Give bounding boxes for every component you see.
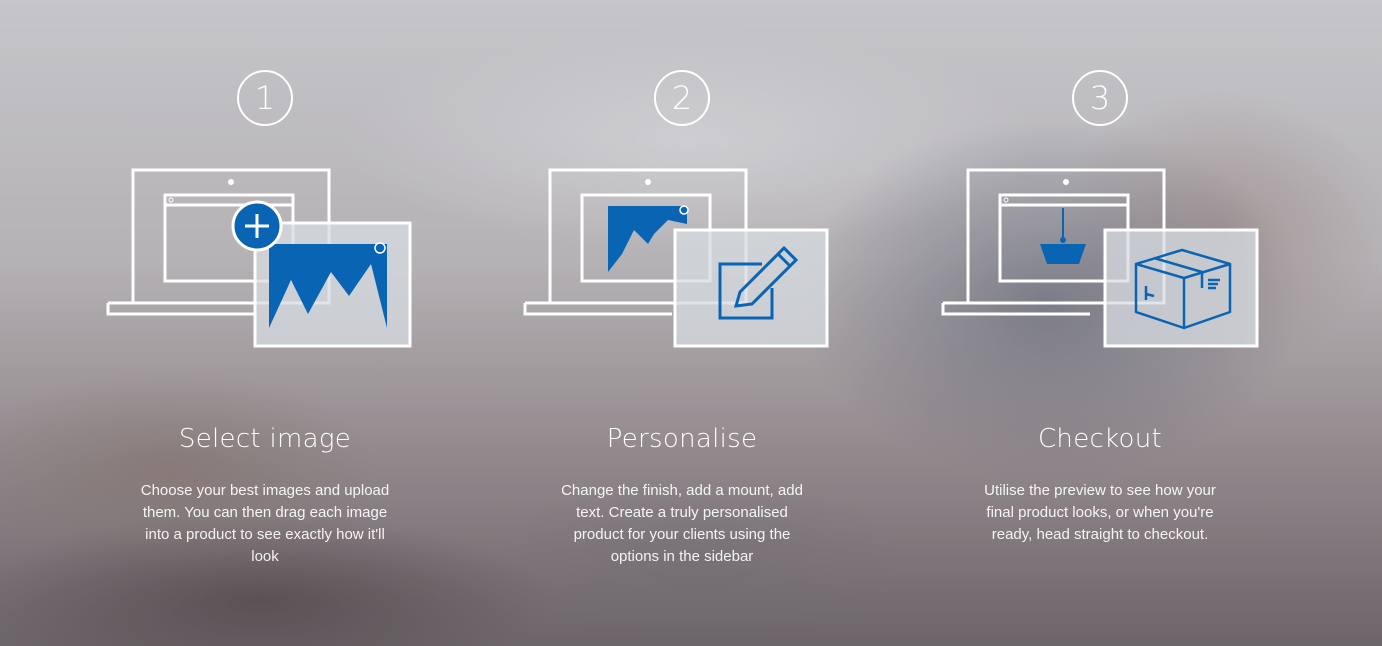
step-number-badge: 3: [1072, 70, 1128, 126]
step-title: Checkout: [1037, 424, 1163, 454]
step-number-badge: 1: [237, 70, 293, 126]
step-title: Personalise: [606, 424, 758, 454]
laptop-basket-box-icon: [941, 168, 1259, 348]
steps-section: 1 Select image Choose your best images a…: [0, 0, 1382, 646]
step-description: Utilise the preview to see how your fina…: [984, 482, 1216, 543]
step-description: Choose your best images and upload them.…: [140, 482, 390, 565]
step-description: Change the finish, add a mount, add text…: [561, 482, 803, 565]
step-title: Select image: [178, 424, 352, 454]
step-checkout: 3 Checkout Utilise the preview to see ho…: [910, 70, 1290, 546]
step-number-badge: 2: [654, 70, 710, 126]
step-select-image: 1 Select image Choose your best images a…: [75, 70, 455, 568]
laptop-edit-icon: [523, 168, 829, 348]
laptop-add-image-icon: [106, 168, 412, 348]
step-personalise: 2 Personalise Change the finish, add a m…: [492, 70, 872, 568]
